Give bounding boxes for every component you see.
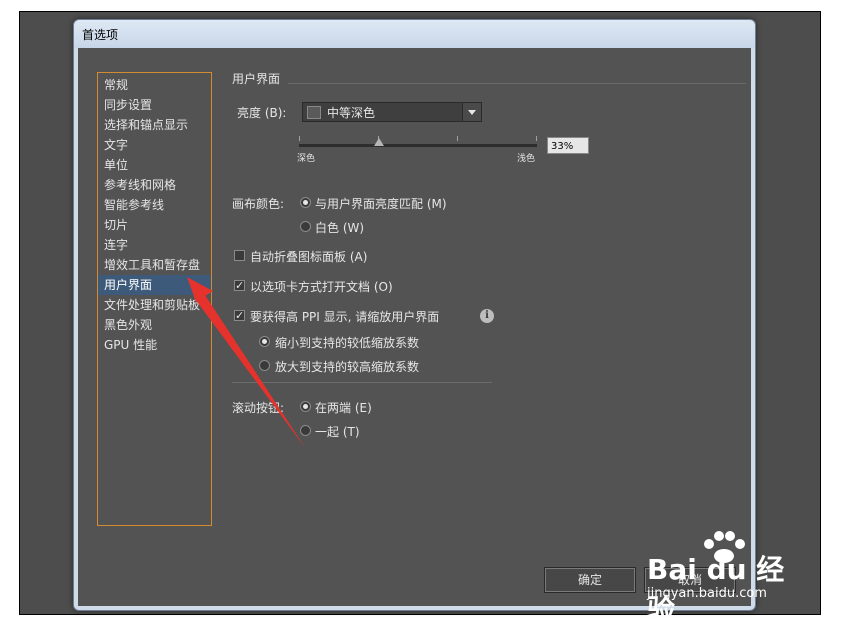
annotation-arrow-head xyxy=(187,277,213,302)
annotation-arrow-shaft xyxy=(195,292,306,449)
baidu-watermark: Bai du 经验 jingyan.baidu.com xyxy=(647,530,797,626)
watermark-url: jingyan.baidu.com xyxy=(647,586,767,601)
